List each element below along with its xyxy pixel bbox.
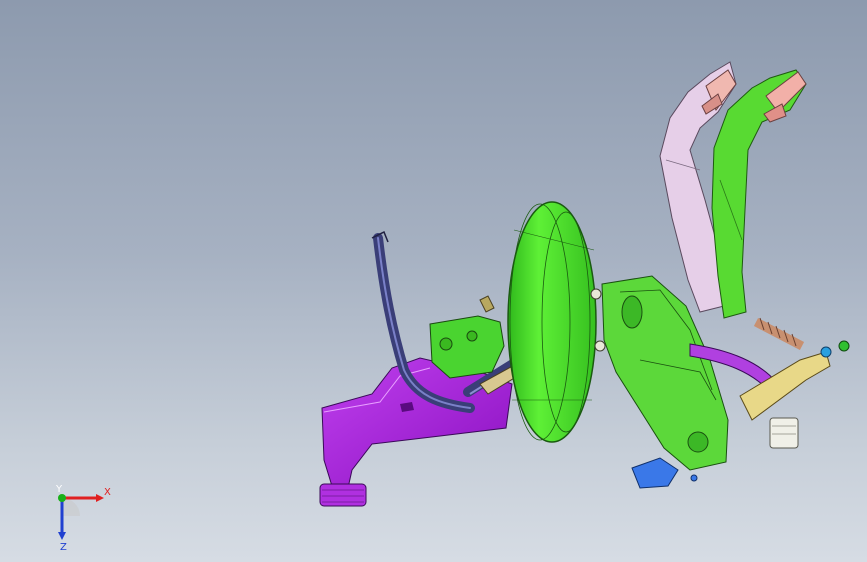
y-axis-label: Y (55, 484, 63, 495)
z-axis-label: Z (60, 542, 67, 550)
duct-outlet (319, 483, 367, 507)
cad-viewport[interactable]: X Y Z (0, 0, 867, 562)
cad-model[interactable] (0, 0, 867, 562)
orientation-triad: X Y Z (55, 484, 111, 550)
white-sensor (769, 417, 799, 449)
x-axis-label: X (104, 487, 111, 498)
y-axis-dot (58, 494, 66, 502)
pedal-spring (753, 317, 805, 350)
x-axis-arrow (96, 494, 104, 502)
z-axis-arrow (58, 532, 66, 540)
brake-booster[interactable] (507, 201, 606, 443)
brake-pedal-arm[interactable] (711, 69, 807, 319)
